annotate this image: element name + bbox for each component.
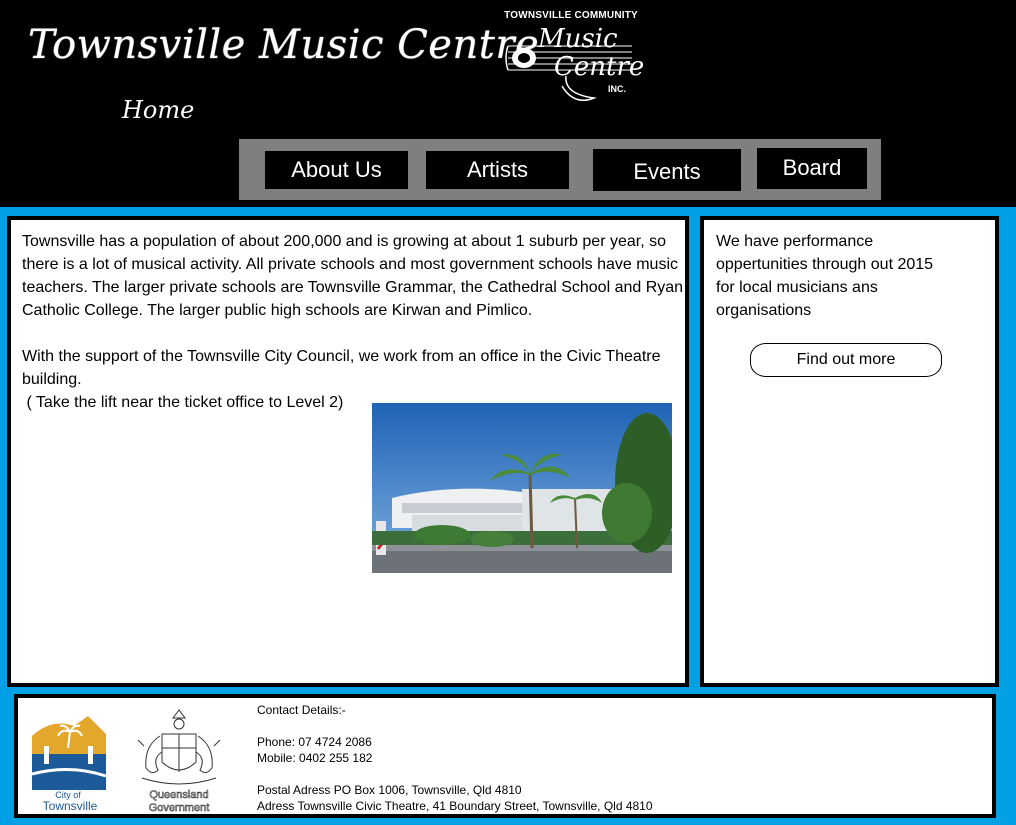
- street-address: Adress Townsville Civic Theatre, 41 Boun…: [257, 799, 653, 813]
- logo-music-word: Music: [538, 24, 618, 54]
- mobile-number: Mobile: 0402 255 182: [257, 751, 373, 765]
- site-footer: City of Townsville Queensland Government…: [14, 694, 996, 818]
- performance-text: We have performance oppertunities throug…: [716, 233, 934, 319]
- page-subtitle: Home: [122, 96, 195, 124]
- city-of-townsville-logo: City of Townsville: [31, 716, 107, 812]
- phone-number: Phone: 07 4724 2086: [257, 735, 372, 749]
- intro-paragraph: Townsville has a population of about 200…: [22, 233, 684, 319]
- office-paragraph: With the support of the Townsville City …: [22, 348, 661, 388]
- contact-heading: Contact Details:-: [257, 703, 346, 717]
- contact-details: Contact Details:- Phone: 07 4724 2086 Mo…: [257, 702, 653, 814]
- nav-board[interactable]: Board: [757, 148, 867, 189]
- logo-inc-suffix: INC.: [608, 84, 626, 94]
- main-text: Townsville has a population of about 200…: [22, 230, 686, 414]
- postal-address: Postal Adress PO Box 1006, Townsville, Q…: [257, 783, 522, 797]
- nav-artists[interactable]: Artists: [426, 151, 569, 189]
- council-logo-line2: Townsville: [43, 799, 98, 812]
- nav-events[interactable]: Events: [593, 149, 741, 191]
- nav-about-us[interactable]: About Us: [265, 151, 408, 189]
- queensland-government-crest: Queensland Government: [137, 709, 221, 814]
- qld-logo-line1: Queensland: [149, 789, 208, 801]
- main-navigation: About Us Artists Events Board: [239, 139, 881, 200]
- find-out-more-button[interactable]: Find out more: [750, 343, 942, 377]
- logo-top-text: TOWNSVILLE COMMUNITY: [504, 10, 638, 21]
- qld-logo-line2: Government: [149, 802, 210, 814]
- site-title: Townsville Music Centre: [28, 22, 540, 68]
- civic-theatre-photo: [372, 403, 672, 573]
- music-centre-logo: TOWNSVILLE COMMUNITY Music Centre INC.: [500, 10, 645, 110]
- logo-centre-word: Centre: [554, 52, 645, 82]
- main-content-panel: Townsville has a population of about 200…: [7, 216, 689, 687]
- sidebar-panel: We have performance oppertunities throug…: [700, 216, 999, 687]
